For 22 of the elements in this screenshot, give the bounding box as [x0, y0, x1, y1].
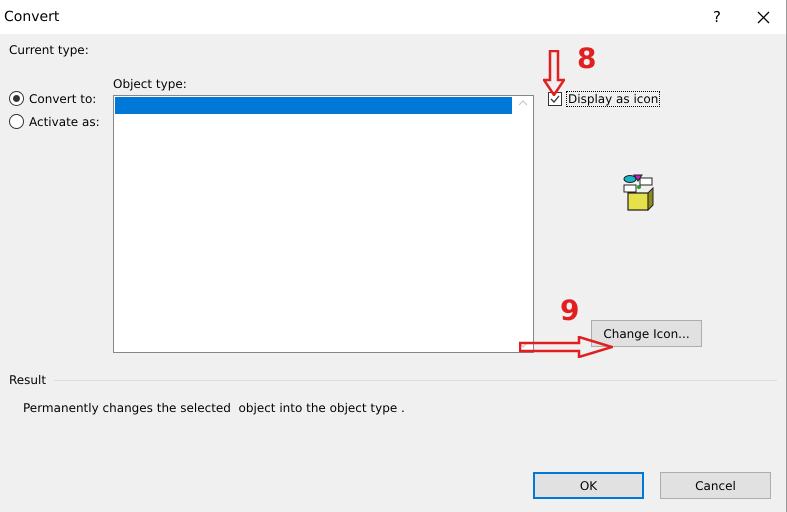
dialog-button[interactable]: Cancel — [660, 472, 771, 499]
annotation-number: 9 — [560, 294, 580, 327]
object-type-label: Object type: — [113, 77, 188, 91]
change-icon-button[interactable]: Change Icon... — [591, 320, 702, 347]
annotation-number: 8 — [577, 42, 596, 75]
radio-label: Activate as: — [29, 114, 100, 128]
result-label: Result — [9, 373, 46, 387]
object-type-list[interactable] — [113, 95, 534, 353]
checkbox[interactable] — [548, 92, 562, 106]
window-title: Convert — [4, 9, 60, 25]
radio-button[interactable] — [9, 91, 24, 106]
checkbox-label: Display as icon — [566, 91, 660, 107]
result-description: Permanently changes the selected object into the object type . — [23, 401, 406, 415]
radio-label: Convert to: — [29, 92, 96, 106]
scroll-up-icon — [518, 100, 528, 106]
dialog-button[interactable]: OK — [533, 472, 644, 499]
scroll-down-icon — [518, 342, 528, 348]
current-type-label: Current type: — [9, 43, 90, 57]
arrow-icon — [543, 50, 565, 96]
help-button[interactable]: ? — [694, 0, 740, 34]
close-icon — [756, 10, 770, 24]
radio-button[interactable] — [9, 114, 24, 129]
